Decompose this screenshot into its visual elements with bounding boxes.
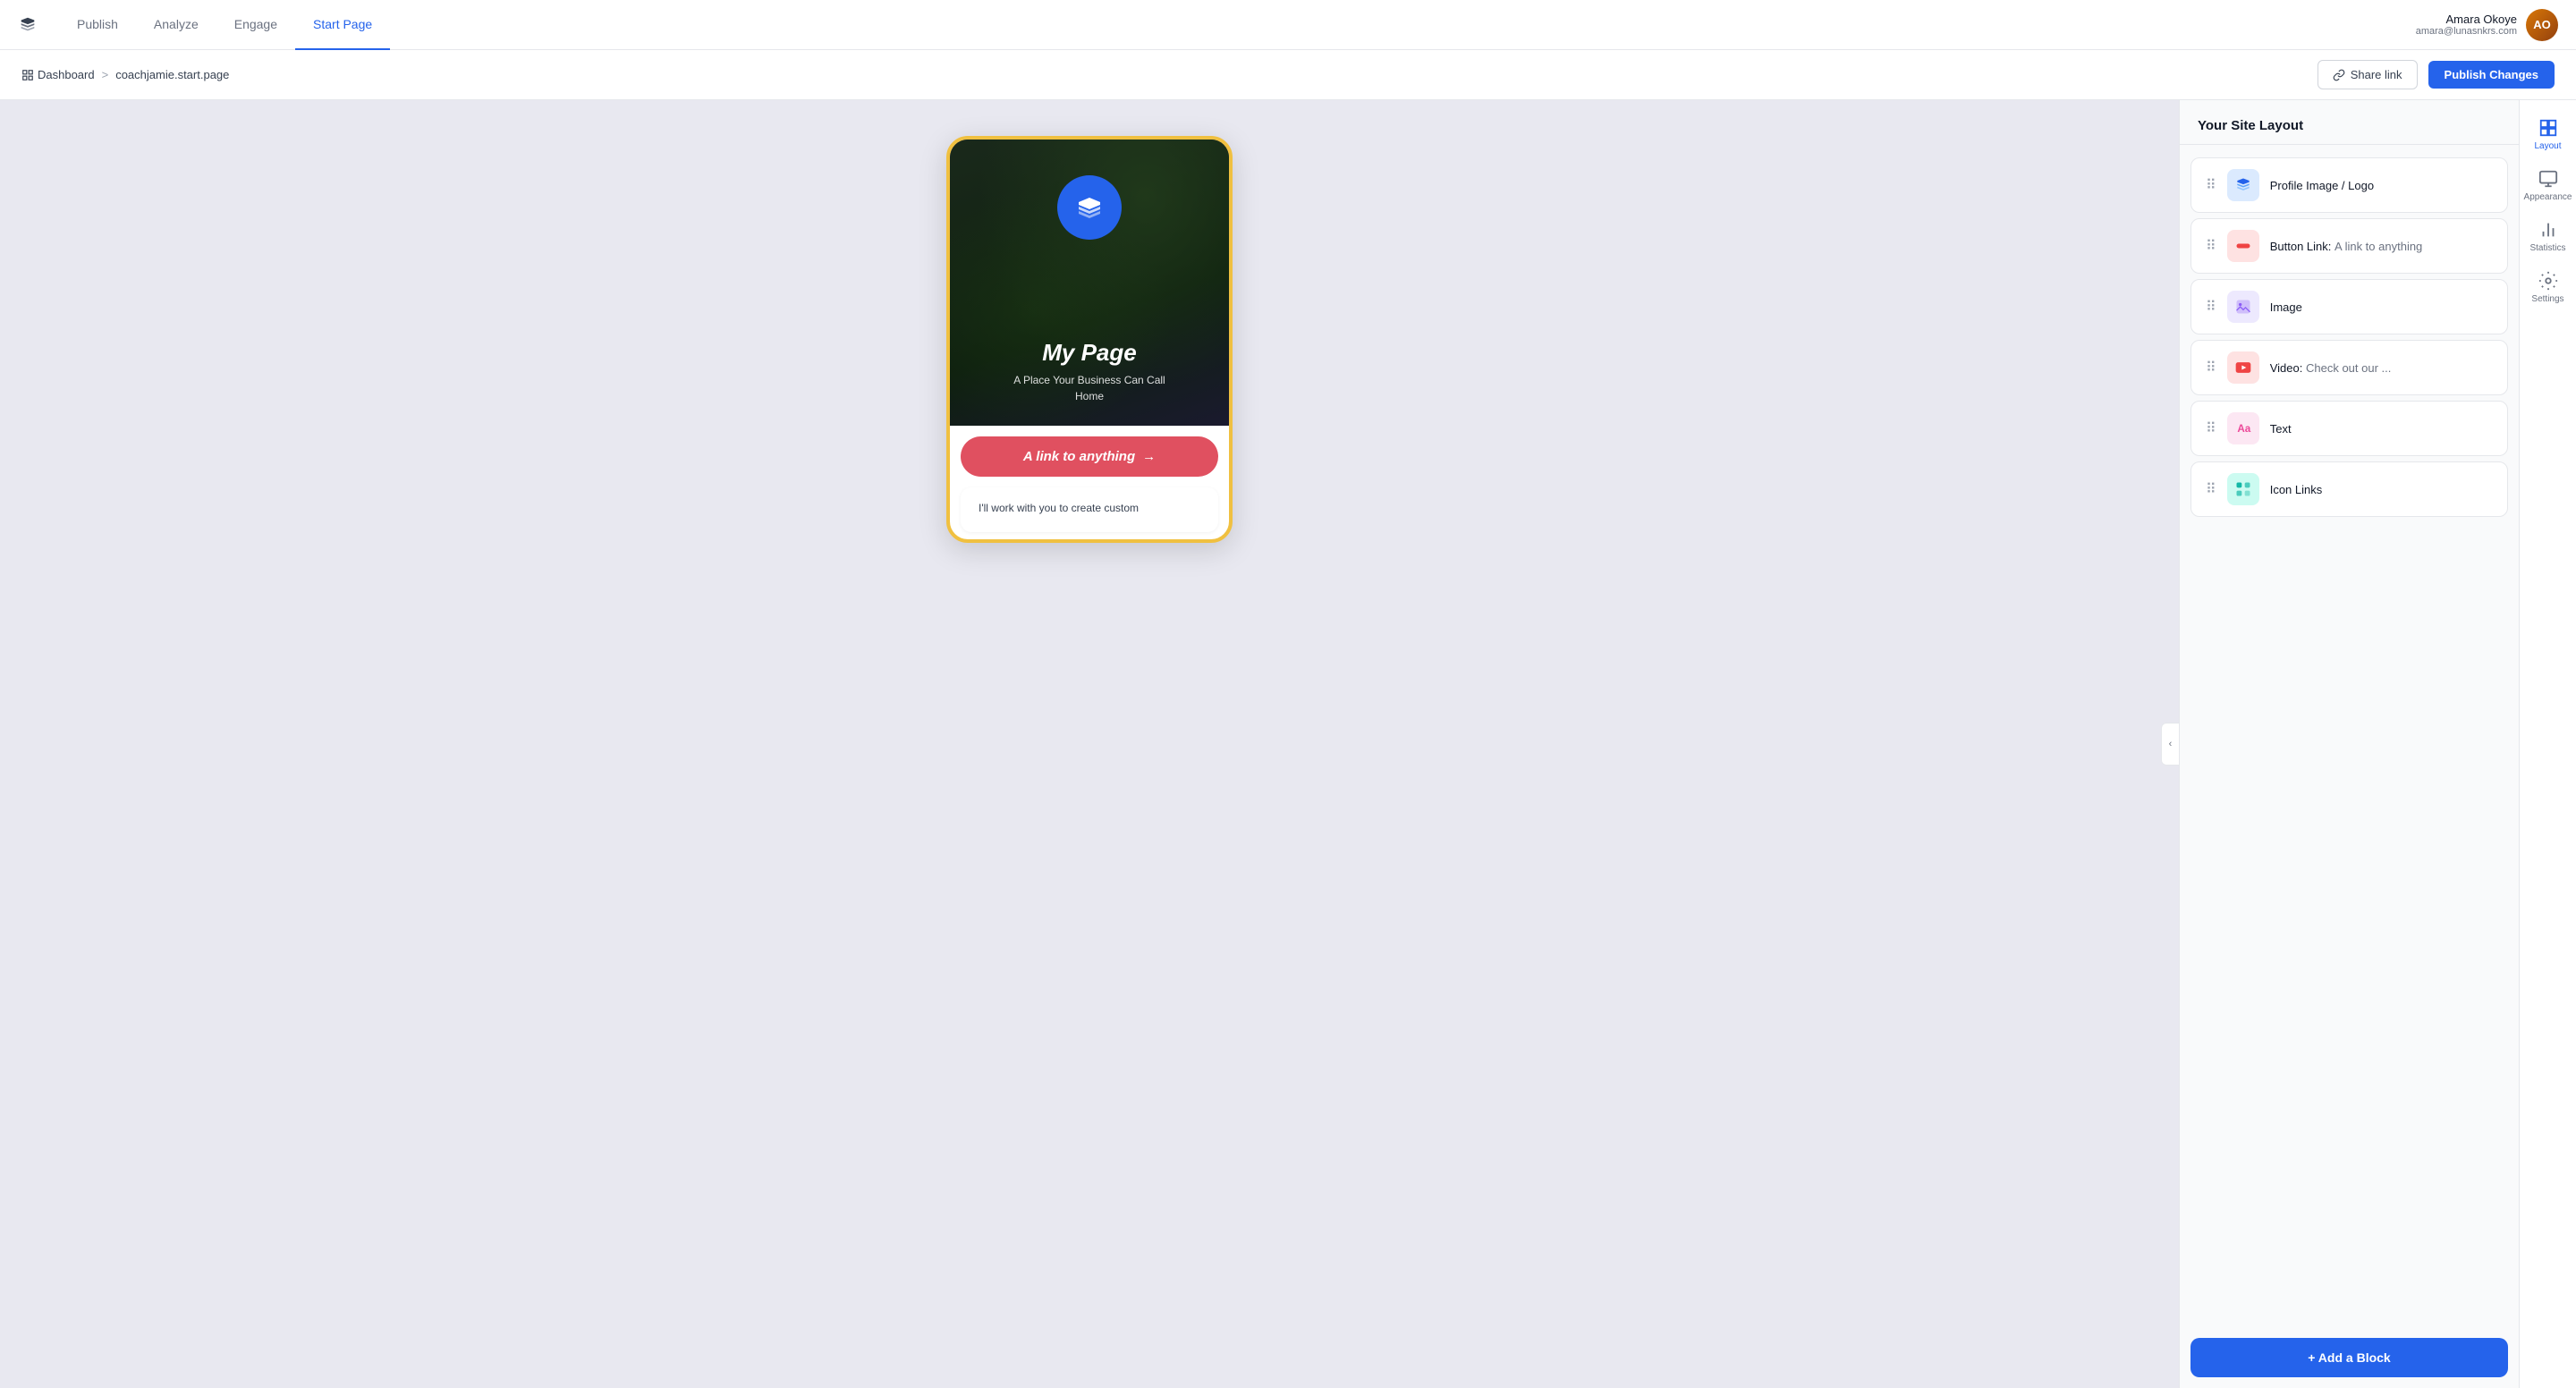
main-area: My Page A Place Your Business Can Call H… xyxy=(0,100,2576,1388)
phone-preview: My Page A Place Your Business Can Call H… xyxy=(946,136,1233,543)
layout-item-icon-links[interactable]: ⠿ Icon Links xyxy=(2190,461,2508,517)
phone-text-block: I'll work with you to create custom xyxy=(961,487,1218,532)
sidebar-settings-label: Settings xyxy=(2531,294,2563,304)
sidebar-appearance-label: Appearance xyxy=(2524,192,2572,202)
user-email: amara@lunasnkrs.com xyxy=(2416,26,2517,37)
image-icon xyxy=(2227,291,2259,323)
tab-analyze[interactable]: Analyze xyxy=(136,0,216,50)
layout-panel: Your Site Layout ⠿ Profile Image / Logo xyxy=(2179,100,2519,1388)
layout-item-image[interactable]: ⠿ Image xyxy=(2190,279,2508,334)
text-icon: Aa xyxy=(2227,412,2259,444)
header-actions: Share link Publish Changes xyxy=(2318,60,2555,89)
layout-item-video[interactable]: ⠿ Video: Check out our ... xyxy=(2190,340,2508,395)
breadcrumb: Dashboard > coachjamie.start.page xyxy=(21,68,2318,81)
phone-button-arrow-icon: → xyxy=(1142,449,1156,464)
phone-hero: My Page A Place Your Business Can Call H… xyxy=(950,140,1229,426)
image-item-label: Image xyxy=(2270,300,2302,314)
button-link-icon xyxy=(2227,230,2259,262)
video-icon xyxy=(2227,351,2259,384)
top-navigation: Publish Analyze Engage Start Page Amara … xyxy=(0,0,2576,50)
sub-header: Dashboard > coachjamie.start.page Share … xyxy=(0,50,2576,100)
tab-publish[interactable]: Publish xyxy=(59,0,136,50)
add-block-button[interactable]: + Add a Block xyxy=(2190,1338,2508,1377)
sidebar-statistics-label: Statistics xyxy=(2529,243,2565,253)
profile-item-label: Profile Image / Logo xyxy=(2270,179,2374,192)
sidebar-item-settings[interactable]: Settings xyxy=(2523,264,2573,311)
nav-tabs: Publish Analyze Engage Start Page xyxy=(59,0,2416,50)
share-link-button[interactable]: Share link xyxy=(2318,60,2418,89)
icon-links-item-label: Icon Links xyxy=(2270,483,2323,496)
publish-changes-button[interactable]: Publish Changes xyxy=(2428,61,2555,89)
phone-text-content: I'll work with you to create custom xyxy=(979,502,1139,514)
sidebar-icons: Layout Appearance Statistics Settings xyxy=(2519,100,2576,1388)
profile-icon xyxy=(2227,169,2259,201)
drag-handle-text[interactable]: ⠿ xyxy=(2206,419,2216,437)
app-logo xyxy=(18,15,38,35)
phone-button-preview: A link to anything → xyxy=(961,436,1218,477)
avatar-initials: AO xyxy=(2526,9,2558,41)
sidebar-item-appearance[interactable]: Appearance xyxy=(2523,162,2573,209)
icon-links-icon xyxy=(2227,473,2259,505)
layout-item-text[interactable]: ⠿ Aa Text xyxy=(2190,401,2508,456)
drag-handle-button-link[interactable]: ⠿ xyxy=(2206,237,2216,255)
sidebar-item-statistics[interactable]: Statistics xyxy=(2523,213,2573,260)
breadcrumb-home[interactable]: Dashboard xyxy=(21,68,95,81)
button-link-sublabel: A link to anything xyxy=(2334,240,2422,253)
canvas-collapse-toggle[interactable]: ‹ xyxy=(2161,723,2179,766)
layout-item-profile[interactable]: ⠿ Profile Image / Logo xyxy=(2190,157,2508,213)
phone-page-title: My Page xyxy=(1042,339,1137,367)
tab-engage[interactable]: Engage xyxy=(216,0,295,50)
avatar[interactable]: AO xyxy=(2526,9,2558,41)
drag-handle-profile[interactable]: ⠿ xyxy=(2206,176,2216,194)
share-link-label: Share link xyxy=(2351,68,2402,81)
user-name: Amara Okoye xyxy=(2416,13,2517,26)
drag-handle-video[interactable]: ⠿ xyxy=(2206,359,2216,377)
video-sublabel: Check out our ... xyxy=(2306,361,2391,375)
phone-page-subtitle: A Place Your Business Can Call Home xyxy=(1013,372,1165,404)
svg-text:Aa: Aa xyxy=(2237,423,2250,435)
breadcrumb-separator: > xyxy=(102,68,109,81)
breadcrumb-current-page: coachjamie.start.page xyxy=(115,68,229,81)
drag-handle-image[interactable]: ⠿ xyxy=(2206,298,2216,316)
phone-logo-circle xyxy=(1057,175,1122,240)
text-item-label: Text xyxy=(2270,422,2292,436)
video-item-labels: Video: Check out our ... xyxy=(2270,361,2392,375)
phone-button-label: A link to anything xyxy=(1023,449,1135,464)
user-menu[interactable]: Amara Okoye amara@lunasnkrs.com AO xyxy=(2416,9,2558,41)
layout-item-button-link[interactable]: ⠿ Button Link: A link to anything xyxy=(2190,218,2508,274)
user-info: Amara Okoye amara@lunasnkrs.com xyxy=(2416,13,2517,37)
sidebar-layout-label: Layout xyxy=(2534,141,2561,151)
breadcrumb-dashboard-label: Dashboard xyxy=(38,68,95,81)
panel-title: Your Site Layout xyxy=(2180,100,2519,145)
drag-handle-icon-links[interactable]: ⠿ xyxy=(2206,480,2216,498)
tab-startpage[interactable]: Start Page xyxy=(295,0,390,50)
canvas-area: My Page A Place Your Business Can Call H… xyxy=(0,100,2179,1388)
sidebar-item-layout[interactable]: Layout xyxy=(2523,111,2573,158)
button-link-item-labels: Button Link: A link to anything xyxy=(2270,240,2423,253)
